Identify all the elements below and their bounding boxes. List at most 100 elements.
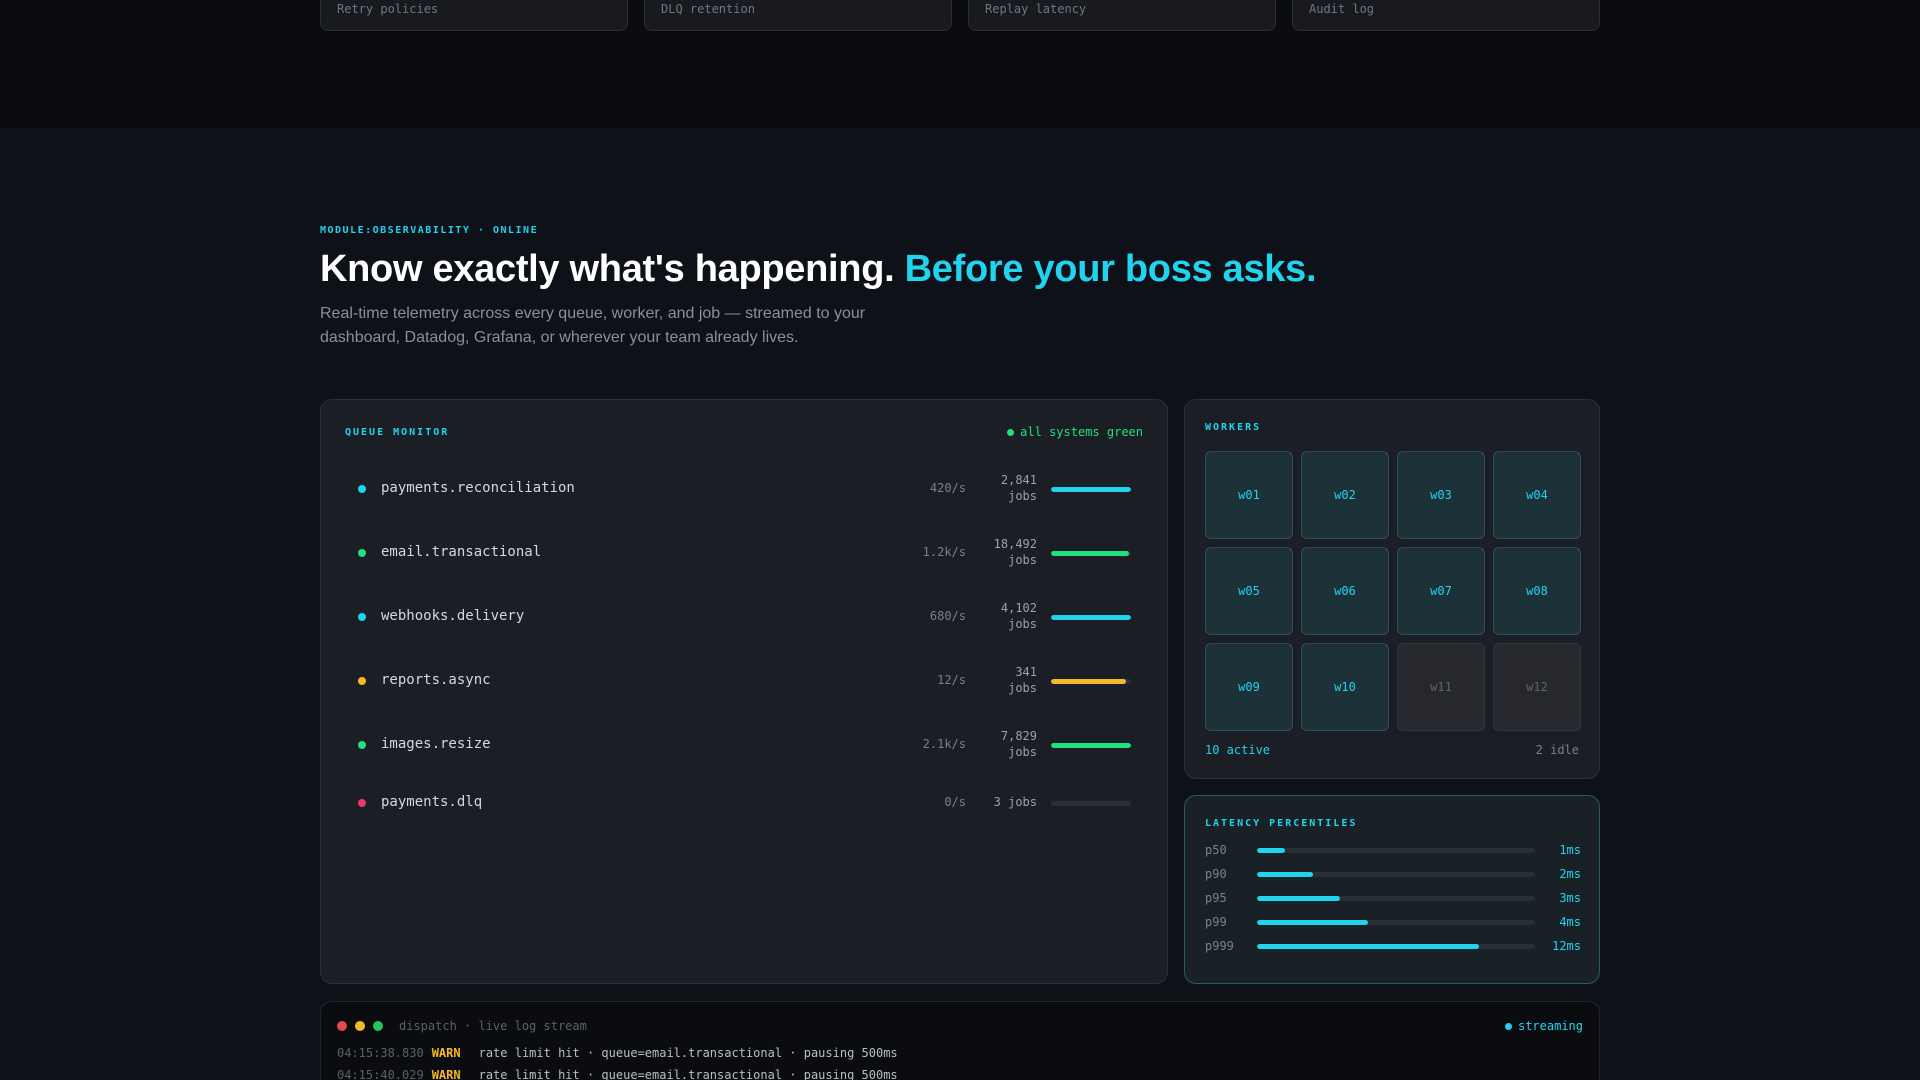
queue-load-fill — [1051, 487, 1131, 492]
latency-value: 2ms — [1559, 867, 1581, 881]
latency-value: 4ms — [1559, 915, 1581, 929]
queue-name: images.resize — [381, 736, 491, 752]
queue-monitor-label: QUEUE MONITOR — [345, 427, 450, 438]
workers-idle-count: 2 idle — [1535, 743, 1579, 757]
queue-status-dot-icon — [358, 799, 366, 807]
headline-accent: Before your boss asks. — [904, 248, 1317, 290]
latency-bar — [1257, 848, 1535, 853]
headline-main: Know exactly what's happening. — [320, 248, 895, 290]
queue-name: payments.dlq — [381, 794, 483, 810]
latency-percentile: p90 — [1205, 867, 1227, 881]
worker-tile[interactable]: w06 — [1301, 547, 1389, 635]
queue-jobs-unit: jobs — [1008, 681, 1037, 695]
latency-bar-fill — [1257, 896, 1341, 901]
feature-card-label: DLQ retention — [661, 2, 755, 16]
queue-load-fill — [1051, 615, 1131, 620]
status-dot-icon — [1007, 428, 1015, 436]
section-eyebrow: MODULE:OBSERVABILITY · ONLINE — [320, 225, 539, 236]
feature-card-retry-policies[interactable]: Retry policies — [320, 0, 628, 31]
queue-jobs-count: 18,492 — [993, 537, 1037, 551]
queue-jobs-count: 4,102 — [1000, 601, 1037, 615]
feature-card-label: Retry policies — [337, 2, 439, 16]
queue-status-dot-icon — [358, 613, 366, 621]
top-band: Retry policies DLQ retention Replay late… — [0, 0, 1920, 128]
worker-tile[interactable]: w11 — [1397, 643, 1485, 731]
section-headline: Know exactly what's happening. Before yo… — [320, 248, 1317, 291]
queue-row[interactable]: payments.reconciliation 420/s 2,841 jobs — [321, 468, 1169, 508]
queue-row[interactable]: payments.dlq 0/s 3 jobs — [321, 782, 1169, 822]
latency-percentile: p999 — [1205, 939, 1234, 953]
worker-tile[interactable]: w12 — [1493, 643, 1581, 731]
feature-card-audit-log[interactable]: Audit log — [1292, 0, 1600, 31]
queue-name: reports.async — [381, 672, 491, 688]
latency-bar — [1257, 896, 1535, 901]
window-close-icon[interactable] — [337, 1021, 347, 1031]
latency-value: 1ms — [1559, 843, 1581, 857]
queue-load-bar — [1051, 615, 1131, 620]
latency-bar — [1257, 920, 1535, 925]
system-status-text: all systems green — [1020, 425, 1143, 439]
queue-row[interactable]: webhooks.delivery 680/s 4,102 jobs — [321, 596, 1169, 636]
log-message: rate limit hit · queue=email.transaction… — [478, 1046, 898, 1060]
latency-value: 12ms — [1552, 939, 1581, 953]
log-line: 04:15:40.029 WARN rate limit hit · queue=e… — [337, 1068, 898, 1080]
queue-row[interactable]: reports.async 12/s 341 jobs — [321, 660, 1169, 700]
worker-tile[interactable]: w01 — [1205, 451, 1293, 539]
latency-percentile: p99 — [1205, 915, 1227, 929]
latency-row: p999 12ms — [1205, 939, 1581, 955]
worker-tile[interactable]: w05 — [1205, 547, 1293, 635]
log-stream-title: dispatch · live log stream — [399, 1019, 587, 1033]
queue-jobs: 18,492 jobs — [977, 536, 1037, 568]
queue-load-bar — [1051, 551, 1131, 556]
feature-card-dlq-retention[interactable]: DLQ retention — [644, 0, 952, 31]
queue-jobs-count: 7,829 — [1000, 729, 1037, 743]
log-stream-panel: dispatch · live log stream streaming 04:… — [320, 1001, 1600, 1080]
system-status: all systems green — [1007, 425, 1143, 439]
worker-tile[interactable]: w03 — [1397, 451, 1485, 539]
window-maximize-icon[interactable] — [373, 1021, 383, 1031]
streaming-dot-icon — [1504, 1022, 1512, 1030]
workers-label: WORKERS — [1205, 422, 1262, 433]
latency-row: p50 1ms — [1205, 843, 1581, 859]
queue-rate: 2.1k/s — [922, 737, 966, 751]
latency-bar-fill — [1257, 920, 1369, 925]
queue-name: email.transactional — [381, 544, 542, 560]
feature-card-replay-latency[interactable]: Replay latency — [968, 0, 1276, 31]
worker-tile[interactable]: w08 — [1493, 547, 1581, 635]
queue-status-dot-icon — [358, 549, 366, 557]
latency-bar-fill — [1257, 872, 1313, 877]
worker-tile[interactable]: w04 — [1493, 451, 1581, 539]
latency-bar-fill — [1257, 848, 1285, 853]
log-line: 04:15:38.830 WARN rate limit hit · queue=e… — [337, 1046, 898, 1062]
log-level: WARN — [431, 1068, 461, 1080]
latency-panel: LATENCY PERCENTILES p50 1ms p90 2ms p95 … — [1184, 795, 1600, 984]
latency-row: p90 2ms — [1205, 867, 1581, 883]
queue-name: payments.reconciliation — [381, 480, 575, 496]
worker-tile[interactable]: w10 — [1301, 643, 1389, 731]
queue-jobs-unit: jobs — [1008, 745, 1037, 759]
queue-row[interactable]: images.resize 2.1k/s 7,829 jobs — [321, 724, 1169, 764]
feature-card-label: Replay latency — [985, 2, 1087, 16]
queue-jobs-unit: jobs — [1008, 617, 1037, 631]
feature-card-label: Audit log — [1309, 2, 1375, 16]
queue-load-fill — [1051, 551, 1129, 556]
latency-percentile: p95 — [1205, 891, 1227, 905]
queue-rate: 12/s — [937, 673, 966, 687]
worker-tile[interactable]: w07 — [1397, 547, 1485, 635]
queue-load-bar — [1051, 487, 1131, 492]
queue-load-bar — [1051, 679, 1131, 684]
latency-row: p95 3ms — [1205, 891, 1581, 907]
queue-load-fill — [1051, 679, 1127, 684]
queue-status-dot-icon — [358, 677, 366, 685]
window-minimize-icon[interactable] — [355, 1021, 365, 1031]
queue-jobs-unit: jobs — [1008, 489, 1037, 503]
worker-tile[interactable]: w02 — [1301, 451, 1389, 539]
queue-rate: 1.2k/s — [922, 545, 966, 559]
queue-jobs-unit: jobs — [1008, 553, 1037, 567]
queue-monitor-panel: QUEUE MONITOR all systems green payments… — [320, 399, 1168, 984]
section-subtext: Real-time telemetry across every queue, … — [320, 305, 866, 346]
queue-rate: 0/s — [944, 795, 966, 809]
worker-tile[interactable]: w09 — [1205, 643, 1293, 731]
queue-row[interactable]: email.transactional 1.2k/s 18,492 jobs — [321, 532, 1169, 572]
queue-jobs-count: 2,841 — [1000, 473, 1037, 487]
